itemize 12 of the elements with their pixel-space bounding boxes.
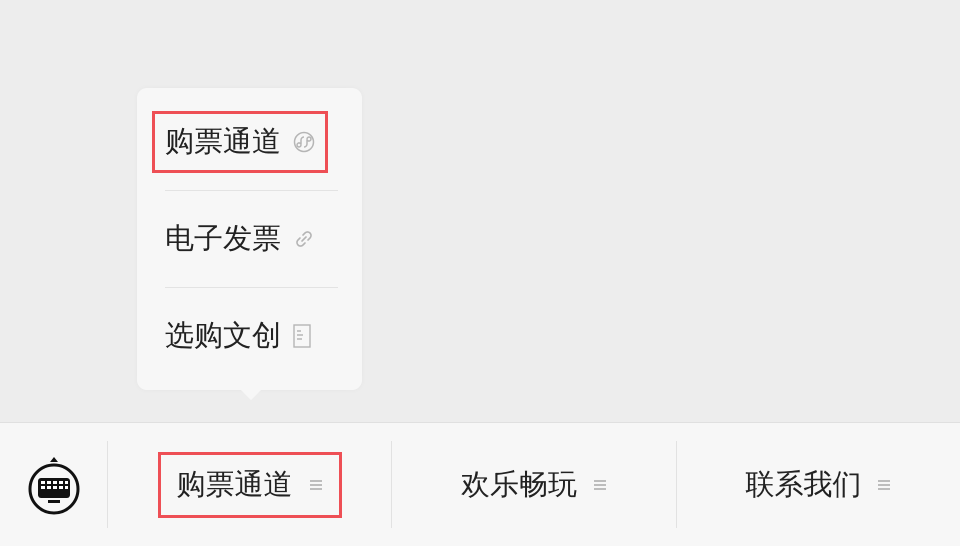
- link-icon: [293, 228, 315, 250]
- menu-item[interactable]: 购票通道: [152, 111, 328, 173]
- menu-icon: [877, 478, 892, 492]
- document-icon: [293, 324, 311, 348]
- menu-icon: [308, 478, 323, 492]
- menu-tab[interactable]: 联系我们: [726, 452, 910, 518]
- menu-tab[interactable]: 欢乐畅玩: [442, 452, 626, 518]
- menu-tab[interactable]: 购票通道: [158, 452, 342, 518]
- menu-item[interactable]: 电子发票: [152, 208, 328, 270]
- mini-program-icon: [293, 131, 315, 153]
- menu-item[interactable]: 选购文创: [152, 305, 324, 367]
- menu-icon: [592, 478, 607, 492]
